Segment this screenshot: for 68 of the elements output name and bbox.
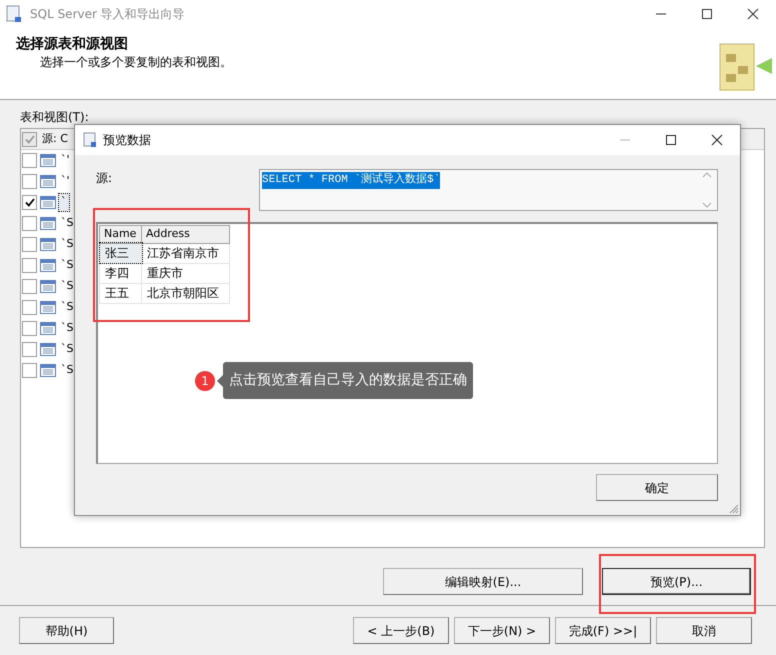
close-icon[interactable] (747, 8, 759, 20)
table-cell: 江苏省南京市 (142, 243, 230, 263)
edit-mappings-button[interactable]: 编辑映射(E)... (383, 568, 583, 595)
table-icon (40, 300, 56, 314)
row-checkbox[interactable] (22, 279, 37, 294)
page-title: 选择源表和源视图 (16, 36, 129, 53)
table-icon (40, 196, 56, 210)
ok-button[interactable]: 确定 (596, 474, 718, 501)
table-name[interactable]: ` (59, 194, 68, 211)
window-title: SQL Server 导入和导出向导 (30, 6, 185, 23)
query-text: SELECT * FROM `测试导入数据$` (262, 172, 440, 188)
row-checkbox[interactable] (22, 258, 37, 273)
row-checkbox[interactable] (22, 342, 37, 357)
table-cell: 北京市朝阳区 (142, 283, 230, 303)
maximize-icon[interactable] (665, 134, 677, 146)
table-icon (40, 342, 56, 356)
table-icon (40, 238, 56, 252)
column-header[interactable]: Name (100, 226, 142, 243)
annotation-callout: 点击预览查看自己导入的数据是否正确 (223, 362, 473, 399)
app-icon (83, 132, 97, 148)
resize-grip-icon[interactable] (729, 504, 739, 514)
table-name[interactable]: `S (59, 257, 76, 274)
table-name[interactable]: `' (59, 152, 72, 169)
table-name[interactable]: `S (59, 278, 76, 295)
row-checkbox[interactable] (22, 321, 37, 336)
help-button[interactable]: 帮助(H) (19, 617, 114, 644)
close-icon[interactable] (711, 134, 723, 146)
maximize-icon[interactable] (701, 8, 713, 20)
row-checkbox[interactable] (22, 174, 37, 189)
back-button[interactable]: < 上一步(B) (353, 617, 449, 644)
table-icon (40, 322, 56, 336)
dialog-title: 预览数据 (103, 132, 151, 149)
query-field[interactable]: SELECT * FROM `测试导入数据$` (259, 169, 718, 211)
scroll-down-icon[interactable] (702, 202, 712, 208)
table-icon (40, 154, 56, 168)
table-name[interactable]: `S (59, 236, 76, 253)
row-checkbox[interactable] (22, 195, 37, 210)
source-label: 源: (96, 170, 114, 187)
table-cell: 李四 (100, 263, 142, 283)
table-icon (40, 280, 56, 294)
row-checkbox[interactable] (22, 363, 37, 378)
table-name[interactable]: `' (59, 173, 72, 190)
table-cell: 重庆市 (142, 263, 230, 283)
cancel-button[interactable]: 取消 (656, 617, 752, 644)
table-icon (40, 364, 56, 378)
table-name[interactable]: `S (59, 215, 76, 232)
table-cell: 王五 (100, 283, 142, 303)
table-name[interactable]: `S (59, 341, 76, 358)
table-icon (40, 174, 56, 188)
row-checkbox[interactable] (22, 300, 37, 315)
row-checkbox[interactable] (22, 153, 37, 168)
scroll-up-icon[interactable] (702, 172, 712, 178)
page-subtitle: 选择一个或多个要复制的表和视图。 (40, 54, 232, 71)
table-icon (40, 216, 56, 230)
table-name[interactable]: `S (59, 320, 76, 337)
table-name[interactable]: `S (59, 299, 76, 316)
tables-label: 表和视图(T): (20, 109, 90, 126)
table-icon (40, 258, 56, 272)
callout-pointer (217, 374, 223, 386)
table-cell: 张三 (100, 243, 142, 263)
finish-button[interactable]: 完成(F) >>| (555, 617, 651, 644)
next-button[interactable]: 下一步(N) > (454, 617, 550, 644)
column-header[interactable]: Address (142, 226, 230, 243)
table-name[interactable]: `S (59, 362, 76, 379)
app-icon (6, 5, 22, 23)
row-checkbox[interactable] (22, 237, 37, 252)
preview-button[interactable]: 预览(P)... (602, 568, 751, 595)
row-checkbox[interactable] (22, 216, 37, 231)
